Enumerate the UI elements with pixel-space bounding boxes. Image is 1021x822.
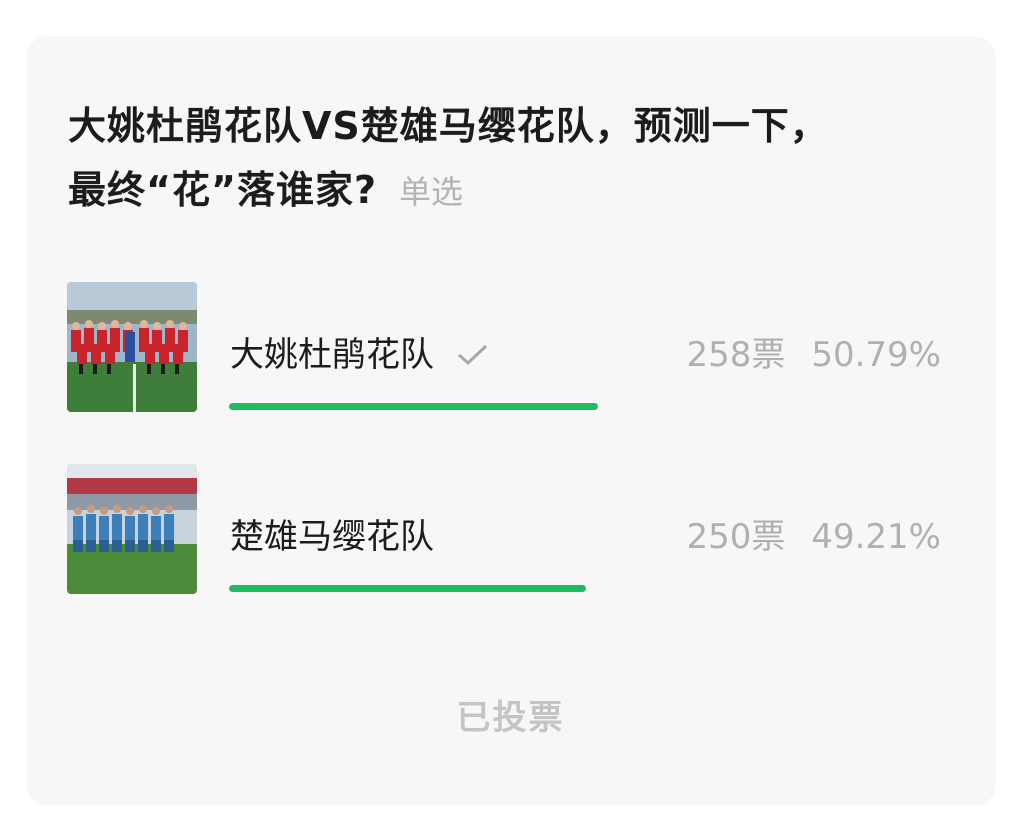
vote-count: 250票 [686,517,786,557]
option-label: 大姚杜鹃花队 [230,327,490,377]
team-photo-thumbnail [67,464,197,594]
option-stats: 258票 50.79% [686,327,941,376]
poll-title-line1: 大姚杜鹃花队VS楚雄马缨花队，预测一下， [68,104,829,148]
option-label: 楚雄马缨花队 [230,517,434,557]
poll-option-1[interactable]: 大姚杜鹃花队 258票 50.79% [67,282,947,414]
vote-percent: 49.21% [811,517,941,557]
vote-progress-bar [229,403,945,410]
vote-progress-fill [229,585,586,592]
voted-status: 已投票 [456,698,565,738]
poll-type-tag: 单选 [399,173,464,211]
check-icon [456,337,490,377]
vote-percent: 50.79% [811,335,941,375]
poll-title: 大姚杜鹃花队VS楚雄马缨花队，预测一下， 最终“花”落谁家? 单选 [68,94,968,224]
poll-option-2[interactable]: 楚雄马缨花队 250票 49.21% [67,464,947,596]
option-stats: 250票 49.21% [686,509,941,558]
vote-count: 258票 [686,335,786,375]
team-photo-thumbnail [67,282,197,412]
vote-progress-fill [229,403,598,410]
poll-title-line2: 最终“花”落谁家? [68,168,377,212]
vote-progress-bar [229,585,945,592]
